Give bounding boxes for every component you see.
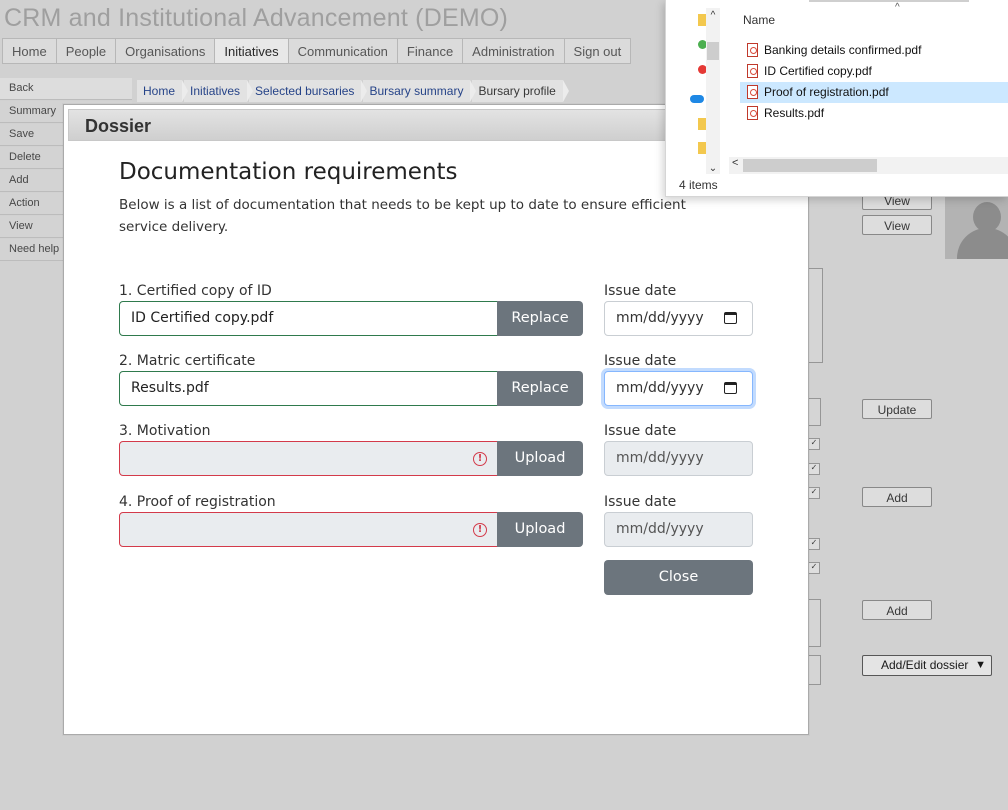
error-icon: ! [473,523,487,537]
date-placeholder: mm/dd/yyyy [616,521,704,537]
file-name: ID Certified copy.pdf [131,310,274,326]
file-name: Results.pdf [131,380,209,396]
file-item[interactable]: ID Certified copy.pdf [740,61,1008,82]
issue-date-label: Issue date [604,494,677,510]
date-placeholder: mm/dd/yyyy [616,310,704,326]
scroll-left-icon[interactable]: < [732,157,738,169]
scroll-up-icon[interactable]: ^ [706,10,720,21]
folder-tree [666,0,707,176]
item-count-status: 4 items [679,178,718,192]
pdf-file-icon [747,85,758,99]
close-button[interactable]: Close [604,560,753,595]
file-name: ID Certified copy.pdf [764,64,872,78]
folder-icon[interactable] [698,14,706,26]
issue-date-label: Issue date [604,283,677,299]
replace-button[interactable]: Replace [497,301,583,336]
registration-file-field[interactable]: ! [119,512,498,547]
name-column-header[interactable]: Name [743,13,775,27]
issue-date-input[interactable]: mm/dd/yyyy [604,371,753,406]
documentation-heading: Documentation requirements [119,159,458,185]
sort-chevron-icon[interactable]: ^ [895,2,900,13]
vertical-scrollbar[interactable]: ^ ⌄ [706,8,720,174]
doc-label-registration: 4. Proof of registration [119,494,276,510]
issue-date-input: mm/dd/yyyy [604,512,753,547]
doc-label-matric: 2. Matric certificate [119,353,256,369]
issue-date-input: mm/dd/yyyy [604,441,753,476]
replace-button[interactable]: Replace [497,371,583,406]
pdf-file-icon [747,64,758,78]
issue-date-label: Issue date [604,423,677,439]
issue-date-input[interactable]: mm/dd/yyyy [604,301,753,336]
upload-button[interactable]: Upload [497,512,583,547]
horizontal-scrollbar[interactable]: < [729,157,1008,174]
folder-icon[interactable] [698,142,706,154]
upload-button[interactable]: Upload [497,441,583,476]
file-item-selected[interactable]: Proof of registration.pdf [740,82,1008,103]
scroll-down-icon[interactable]: ⌄ [706,163,720,174]
matric-file-field[interactable]: Results.pdf [119,371,498,406]
issue-date-label: Issue date [604,353,677,369]
pdf-file-icon [747,43,758,57]
date-placeholder: mm/dd/yyyy [616,450,704,466]
file-name: Results.pdf [764,106,825,120]
file-name: Banking details confirmed.pdf [764,43,922,57]
id-copy-file-field[interactable]: ID Certified copy.pdf [119,301,498,336]
pdf-file-icon [747,106,758,120]
calendar-icon[interactable] [724,382,737,394]
file-item[interactable]: Results.pdf [740,103,1008,124]
address-bar-edge [809,0,969,2]
scroll-thumb[interactable] [707,42,719,60]
scroll-thumb[interactable] [743,159,877,172]
folder-icon[interactable] [698,118,706,130]
doc-label-motivation: 3. Motivation [119,423,211,439]
modal-title: Dossier [85,116,152,136]
date-placeholder: mm/dd/yyyy [616,380,704,396]
error-icon: ! [473,452,487,466]
onedrive-icon[interactable] [690,95,704,103]
calendar-icon[interactable] [724,312,737,324]
motivation-file-field[interactable]: ! [119,441,498,476]
dossier-modal: Dossier Documentation requirements Below… [63,104,809,735]
file-item[interactable]: Banking details confirmed.pdf [740,40,1008,61]
doc-label-id: 1. Certified copy of ID [119,283,272,299]
file-name: Proof of registration.pdf [764,85,889,99]
documentation-description: Below is a list of documentation that ne… [119,197,686,235]
file-explorer-window: ^ ⌄ ^ Name Banking details confirmed.pdf… [665,0,1008,197]
